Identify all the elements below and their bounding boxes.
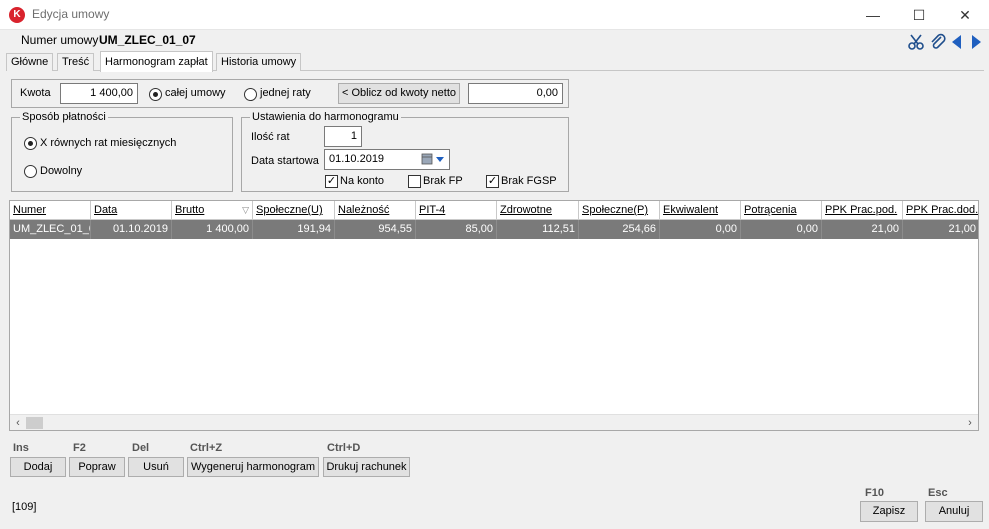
edit-button[interactable]: Popraw bbox=[69, 457, 125, 477]
tab-historia[interactable]: Historia umowy bbox=[216, 53, 302, 71]
contract-number-value: UM_ZLEC_01_07 bbox=[99, 33, 196, 47]
column-header-data[interactable]: Data bbox=[91, 201, 172, 220]
cancel-button[interactable]: Anuluj bbox=[925, 501, 983, 522]
tab-tresc[interactable]: Treść bbox=[57, 53, 95, 71]
any-payment-label: Dowolny bbox=[40, 165, 83, 177]
print-bill-button[interactable]: Drukuj rachunek bbox=[323, 457, 410, 477]
single-installment-label: jednej raty bbox=[260, 87, 311, 99]
status-code: [109] bbox=[12, 501, 37, 513]
cell-ppk-dod: 21,00 bbox=[903, 220, 978, 239]
brak-fp-checkbox[interactable] bbox=[408, 175, 421, 188]
cell-spoleczne-u: 191,94 bbox=[253, 220, 335, 239]
cell-ppk-pod: 21,00 bbox=[822, 220, 903, 239]
maximize-button[interactable]: ☐ bbox=[896, 0, 942, 30]
start-date-value: 01.10.2019 bbox=[329, 153, 385, 165]
installments-input[interactable]: 1 bbox=[324, 126, 362, 147]
schedule-settings-title: Ustawienia do harmonogramu bbox=[250, 110, 401, 124]
cell-pit4: 85,00 bbox=[416, 220, 497, 239]
scroll-thumb[interactable] bbox=[26, 417, 43, 429]
key-hint-f10: F10 bbox=[865, 487, 884, 499]
cell-ekwiwalent: 0,00 bbox=[660, 220, 741, 239]
equal-installments-radio[interactable] bbox=[24, 137, 37, 150]
column-header-naleznosc[interactable]: Należność bbox=[335, 201, 416, 220]
cell-numer: UM_ZLEC_01_07 bbox=[10, 220, 91, 239]
brak-fp-label: Brak FP bbox=[423, 175, 463, 187]
net-amount-input[interactable]: 0,00 bbox=[468, 83, 563, 104]
column-header-pit4[interactable]: PIT-4 bbox=[416, 201, 497, 220]
key-hint-del: Del bbox=[132, 442, 150, 454]
title-bar: K Edycja umowy — ☐ ✕ bbox=[0, 0, 989, 30]
key-hint-ctrl-d: Ctrl+D bbox=[327, 442, 361, 454]
tab-glowne[interactable]: Główne bbox=[6, 53, 54, 71]
column-header-ppk-pod[interactable]: PPK Prac.pod. bbox=[822, 201, 903, 220]
key-hint-ctrl-z: Ctrl+Z bbox=[190, 442, 223, 454]
payment-method-title: Sposób płatności bbox=[20, 110, 108, 124]
cell-naleznosc: 954,55 bbox=[335, 220, 416, 239]
cell-spoleczne-p: 254,66 bbox=[579, 220, 660, 239]
cell-brutto: 1 400,00 bbox=[172, 220, 253, 239]
minimize-button[interactable]: — bbox=[850, 0, 896, 30]
whole-contract-label: całej umowy bbox=[165, 87, 226, 99]
table-row[interactable]: UM_ZLEC_01_07 01.10.2019 1 400,00 191,94… bbox=[10, 220, 978, 239]
calendar-dropdown-icon[interactable] bbox=[421, 152, 447, 166]
single-installment-radio[interactable] bbox=[244, 88, 257, 101]
column-header-spoleczne-u[interactable]: Społeczne(U) bbox=[253, 201, 335, 220]
installments-label: Ilość rat bbox=[251, 131, 290, 143]
key-hint-f2: F2 bbox=[73, 442, 86, 454]
scissors-icon[interactable] bbox=[907, 33, 925, 51]
add-button[interactable]: Dodaj bbox=[10, 457, 66, 477]
column-header-potracenia[interactable]: Potrącenia bbox=[741, 201, 822, 220]
whole-contract-radio[interactable] bbox=[149, 88, 162, 101]
column-header-ekwiwalent[interactable]: Ekwiwalent bbox=[660, 201, 741, 220]
scroll-left-icon[interactable]: ‹ bbox=[12, 417, 24, 429]
column-header-brutto[interactable]: Brutto ▽ bbox=[172, 201, 253, 220]
tab-strip: Główne Treść Harmonogram zapłat Historia… bbox=[6, 51, 984, 72]
column-header-spoleczne-p[interactable]: Społeczne(P) bbox=[579, 201, 660, 220]
amount-input[interactable]: 1 400,00 bbox=[60, 83, 138, 104]
any-payment-radio[interactable] bbox=[24, 165, 37, 178]
column-header-brutto-label: Brutto bbox=[175, 204, 205, 216]
brak-fgsp-label: Brak FGSP bbox=[501, 175, 557, 187]
amount-label: Kwota bbox=[20, 87, 51, 99]
tab-harmonogram[interactable]: Harmonogram zapłat bbox=[100, 51, 213, 72]
cell-zdrowotne: 112,51 bbox=[497, 220, 579, 239]
delete-button[interactable]: Usuń bbox=[128, 457, 184, 477]
sort-arrow-icon: ▽ bbox=[242, 205, 249, 215]
horizontal-scrollbar[interactable]: ‹ › bbox=[10, 414, 978, 430]
scroll-right-icon[interactable]: › bbox=[964, 417, 976, 429]
previous-arrow-icon[interactable] bbox=[948, 33, 966, 51]
key-hint-ins: Ins bbox=[13, 442, 29, 454]
equal-installments-label: X równych rat miesięcznych bbox=[40, 137, 177, 149]
cell-potracenia: 0,00 bbox=[741, 220, 822, 239]
payment-method-group: Sposób płatności bbox=[11, 110, 233, 192]
generate-schedule-button[interactable]: Wygeneruj harmonogram bbox=[187, 457, 319, 477]
brak-fgsp-checkbox[interactable]: ✓ bbox=[486, 175, 499, 188]
contract-number-label: Numer umowy bbox=[21, 33, 99, 47]
na-konto-label: Na konto bbox=[340, 175, 385, 187]
close-button[interactable]: ✕ bbox=[942, 0, 988, 30]
schedule-table: Numer Data Brutto ▽ Społeczne(U) Należno… bbox=[9, 200, 979, 431]
paperclip-icon[interactable] bbox=[929, 33, 947, 51]
na-konto-checkbox[interactable]: ✓ bbox=[325, 175, 338, 188]
next-arrow-icon[interactable] bbox=[967, 33, 985, 51]
key-hint-esc: Esc bbox=[928, 487, 948, 499]
column-header-numer[interactable]: Numer bbox=[10, 201, 91, 220]
calc-from-net-button[interactable]: < Oblicz od kwoty netto bbox=[338, 83, 460, 104]
cell-data: 01.10.2019 bbox=[91, 220, 172, 239]
window-title: Edycja umowy bbox=[32, 7, 110, 21]
start-date-label: Data startowa bbox=[251, 155, 319, 167]
app-logo-icon: K bbox=[9, 7, 25, 23]
column-header-zdrowotne[interactable]: Zdrowotne bbox=[497, 201, 579, 220]
column-header-ppk-dod[interactable]: PPK Prac.dod. bbox=[903, 201, 978, 220]
save-button[interactable]: Zapisz bbox=[860, 501, 918, 522]
